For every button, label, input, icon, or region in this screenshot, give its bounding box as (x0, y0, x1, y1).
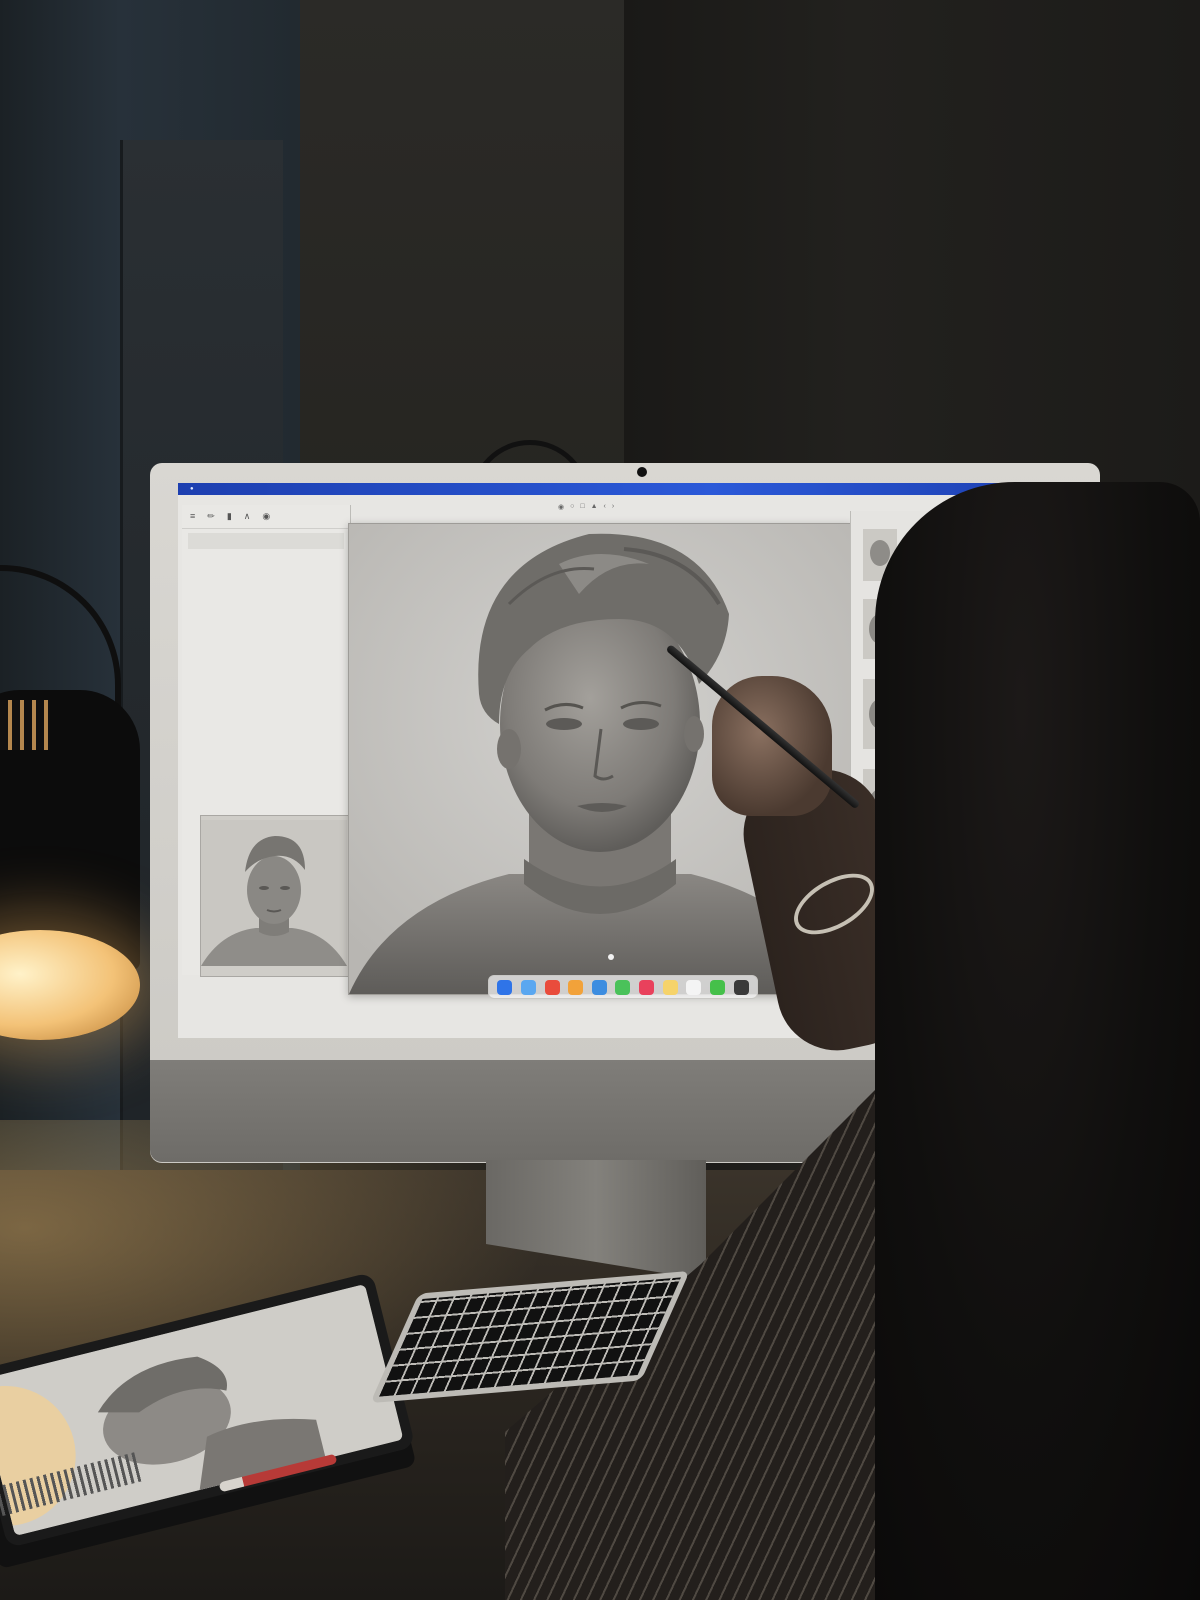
person-hair (875, 482, 1200, 1600)
dock (488, 975, 758, 999)
finder-icon[interactable] (520, 979, 536, 995)
tool-icon[interactable]: □ (580, 503, 584, 511)
safari-icon[interactable] (591, 979, 607, 995)
pin-icon[interactable]: ◉ (262, 511, 270, 522)
compass-icon[interactable]: ∧ (244, 511, 251, 522)
left-panel: ≡ ✏ ▮ ∧ ◉ (182, 505, 351, 977)
facetime-icon[interactable] (709, 979, 725, 995)
photo-scene: ● ■ ≡ ✏ ▮ ∧ ◉ (0, 0, 1200, 1600)
tool-icon[interactable]: ▲ (591, 503, 598, 511)
app-store-icon[interactable] (497, 979, 513, 995)
music-icon[interactable] (639, 979, 655, 995)
histogram-icon[interactable]: ▮ (227, 511, 232, 522)
tool-icon[interactable]: ◉ (558, 503, 564, 511)
canvas-toolbar: ◉ ○ □ ▲ ‹ › (558, 503, 614, 511)
tool-icon[interactable]: › (612, 503, 614, 511)
property-list (182, 529, 350, 553)
left-toolbar: ≡ ✏ ▮ ∧ ◉ (182, 505, 350, 529)
tool-icon[interactable]: ○ (570, 503, 574, 511)
webcam-icon (637, 467, 647, 477)
pen-icon[interactable]: ✏ (207, 511, 215, 522)
bust-thumbnail (201, 820, 347, 966)
messages-icon[interactable] (615, 979, 631, 995)
menu-icon[interactable]: ≡ (190, 511, 195, 522)
settings-icon[interactable] (733, 979, 749, 995)
photos-icon[interactable] (544, 979, 560, 995)
lamp-vents (0, 700, 50, 750)
notes-icon[interactable] (662, 979, 678, 995)
apple-menu-icon[interactable]: ● (190, 486, 194, 492)
menu-bar: ● ■ (178, 483, 1068, 495)
reference-thumbnail-panel[interactable] (200, 815, 350, 977)
maps-icon[interactable] (568, 979, 584, 995)
calendar-icon[interactable] (686, 979, 702, 995)
property-row[interactable] (188, 548, 344, 549)
tool-icon[interactable]: ‹ (604, 503, 606, 511)
